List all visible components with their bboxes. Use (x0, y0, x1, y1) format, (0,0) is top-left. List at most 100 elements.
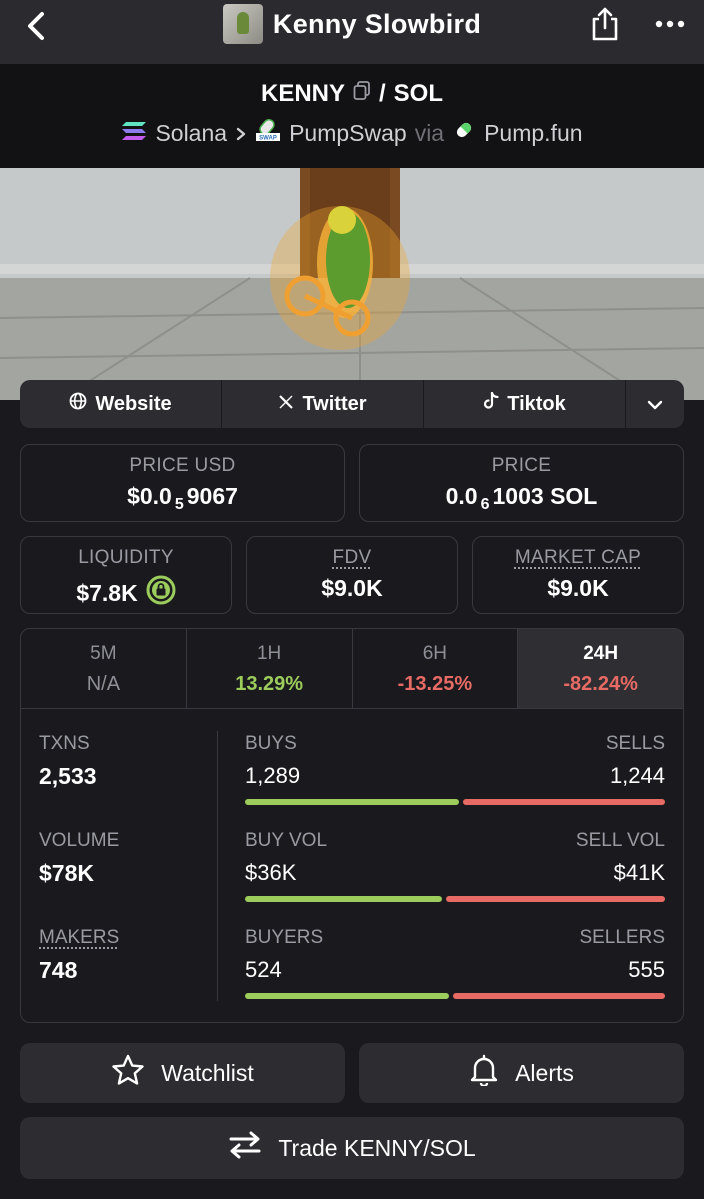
top-nav-bar: Kenny Slowbird (0, 0, 704, 64)
price-usd-card: PRICE USD $0.0 5 9067 (20, 444, 345, 522)
tab-6h-change: -13.25% (397, 673, 473, 695)
market-cap-card: MARKET CAP $9.0K (472, 536, 684, 614)
price-usd-value: $0.0 5 9067 (21, 483, 344, 513)
lock-icon[interactable] (146, 575, 176, 611)
twitter-label: Twitter (302, 392, 367, 415)
alerts-button[interactable]: Alerts (359, 1043, 684, 1103)
txns-value: 2,533 (39, 763, 97, 789)
buyers-ratio-bar (245, 993, 665, 999)
stats-panel: 5M N/A 1H 13.29% 6H -13.25% 24H -82.24% … (20, 628, 684, 1023)
launchpad-name[interactable]: Pump.fun (484, 120, 582, 147)
buys-sells-stat: BUYS SELLS 1,289 1,244 (245, 733, 665, 805)
volume-ratio-bar (245, 896, 665, 902)
price-native-prefix: 0.0 (445, 483, 478, 509)
sellers-ratio-fill (453, 993, 665, 999)
watchlist-button[interactable]: Watchlist (20, 1043, 345, 1103)
price-usd-zero-count: 5 (174, 495, 184, 513)
fdv-value: $9.0K (321, 575, 383, 601)
price-native-label: PRICE (491, 455, 552, 476)
price-usd-label: PRICE USD (129, 455, 236, 476)
buys-sells-ratio-bar (245, 799, 665, 805)
sell-vol-value: $41K (613, 860, 665, 885)
price-native-value: 0.0 6 1003 SOL (360, 483, 683, 513)
dex-name[interactable]: PumpSwap (289, 120, 407, 147)
makers-stat: MAKERS 748 (39, 927, 119, 984)
buys-label: BUYS (245, 733, 297, 754)
txns-stat: TXNS 2,533 (39, 733, 97, 790)
volume-stat: VOLUME $78K (39, 830, 119, 887)
website-label: Website (95, 392, 172, 415)
liquidity-value: $7.8K (76, 579, 138, 606)
buy-vol-label: BUY VOL (245, 830, 328, 851)
sell-vol-label: SELL VOL (575, 830, 665, 851)
copy-icon[interactable] (353, 80, 371, 108)
price-usd-digits: 9067 (186, 483, 238, 509)
sellers-value: 555 (628, 957, 665, 982)
timeframe-tabs: 5M N/A 1H 13.29% 6H -13.25% 24H -82.24% (21, 629, 683, 709)
alerts-label: Alerts (515, 1059, 574, 1086)
buy-vol-value: $36K (245, 860, 297, 885)
volume-value: $78K (39, 860, 94, 886)
x-logo-icon (278, 393, 294, 416)
tab-5m-change: N/A (86, 673, 121, 695)
solana-icon (121, 120, 147, 147)
more-options-icon[interactable] (648, 4, 692, 44)
share-icon[interactable] (585, 4, 625, 44)
tab-1h[interactable]: 1H 13.29% (187, 629, 353, 708)
quote-symbol: SOL (393, 80, 444, 107)
buyers-sellers-stat: BUYERS SELLERS 524 555 (245, 927, 665, 999)
pair-header: KENNY / SOL Solana SWAP PumpSwap via Pum… (0, 64, 704, 168)
liquidity-label: LIQUIDITY (78, 547, 174, 568)
pumpfun-icon (452, 118, 476, 148)
tiktok-link[interactable]: Tiktok (424, 380, 626, 428)
more-links-button[interactable] (626, 380, 684, 428)
watchlist-label: Watchlist (161, 1059, 254, 1086)
chevron-down-icon (647, 393, 663, 416)
makers-value: 748 (39, 957, 78, 983)
tab-1h-change: 13.29% (235, 673, 304, 695)
sell-vol-ratio-fill (445, 896, 665, 902)
globe-icon (69, 392, 87, 416)
makers-label[interactable]: MAKERS (39, 927, 119, 948)
pumpswap-icon: SWAP (255, 118, 281, 148)
tab-6h-label: 6H (422, 643, 448, 664)
chevron-right-icon (235, 120, 247, 147)
tab-24h-change: -82.24% (563, 673, 638, 695)
twitter-link[interactable]: Twitter (222, 380, 424, 428)
fdv-label[interactable]: FDV (333, 547, 372, 568)
buyers-value: 524 (245, 957, 282, 982)
price-native-zero-count: 6 (480, 495, 490, 513)
trade-button[interactable]: Trade KENNY/SOL (20, 1117, 684, 1179)
chain-name[interactable]: Solana (155, 120, 227, 147)
buy-vol-ratio-fill (245, 896, 442, 902)
tab-6h[interactable]: 6H -13.25% (353, 629, 519, 708)
base-symbol: KENNY (260, 80, 345, 107)
tab-5m-label: 5M (90, 643, 117, 664)
token-avatar (222, 4, 263, 44)
tiktok-label: Tiktok (507, 392, 566, 415)
buys-value: 1,289 (245, 763, 301, 788)
tab-24h[interactable]: 24H -82.24% (518, 629, 683, 708)
buys-ratio-fill (245, 799, 459, 805)
website-link[interactable]: Website (20, 380, 222, 428)
tiktok-icon (483, 391, 499, 416)
via-label: via (414, 119, 445, 146)
svg-text:SWAP: SWAP (259, 136, 277, 142)
market-cap-label[interactable]: MARKET CAP (515, 547, 641, 568)
pair-separator: / (379, 80, 386, 107)
page-title: Kenny Slowbird (272, 8, 482, 39)
stats-divider (217, 731, 218, 1001)
buyers-label: BUYERS (245, 927, 324, 948)
fdv-card: FDV $9.0K (246, 536, 458, 614)
tab-5m[interactable]: 5M N/A (21, 629, 187, 708)
price-native-card: PRICE 0.0 6 1003 SOL (359, 444, 684, 522)
price-usd-prefix: $0.0 (127, 483, 172, 509)
social-links-bar: Website Twitter Tiktok (20, 380, 684, 428)
tab-1h-label: 1H (256, 643, 282, 664)
tab-24h-label: 24H (583, 643, 619, 664)
liquidity-card: LIQUIDITY $7.8K (20, 536, 232, 614)
buyers-ratio-fill (245, 993, 450, 999)
sellers-label: SELLERS (579, 927, 665, 948)
token-banner-image (0, 168, 704, 400)
swap-arrows-icon (228, 1131, 262, 1165)
